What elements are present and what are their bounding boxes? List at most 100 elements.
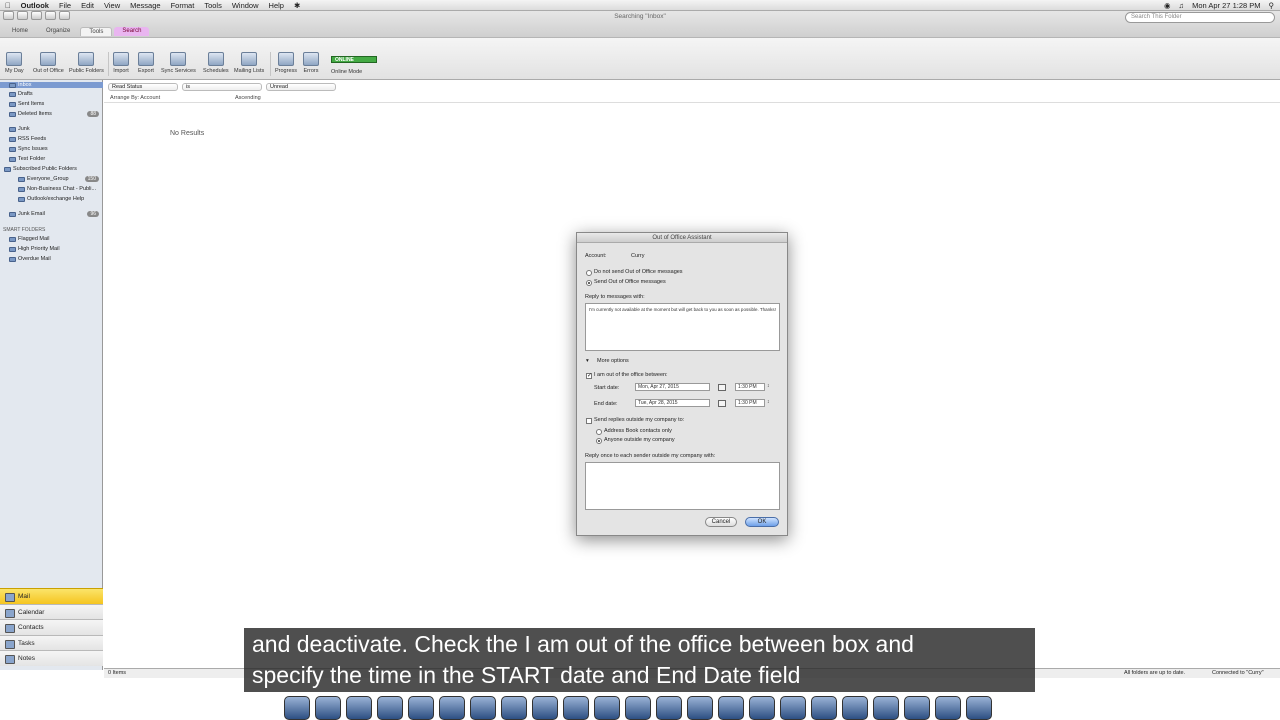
- undo-icon[interactable]: [3, 11, 14, 20]
- smart-folder-flagged[interactable]: Flagged Mail: [9, 236, 50, 242]
- system-prefs-icon[interactable]: [532, 696, 558, 720]
- calendar-icon[interactable]: [718, 400, 726, 407]
- folder-deleted[interactable]: Deleted Items 88: [9, 111, 103, 117]
- sort-order-menu[interactable]: Ascending: [235, 95, 261, 101]
- menu-message[interactable]: Message: [125, 0, 165, 11]
- send-outside-checkbox[interactable]: [586, 418, 592, 424]
- xcode-icon[interactable]: [594, 696, 620, 720]
- folder-drafts[interactable]: Drafts: [9, 91, 33, 97]
- public-folders-button[interactable]: Public Folders: [69, 52, 104, 74]
- start-date-field[interactable]: Mon, Apr 27, 2015: [635, 383, 710, 391]
- wifi-icon[interactable]: ◉: [1164, 0, 1171, 11]
- gem-icon[interactable]: [470, 696, 496, 720]
- folder-everyone-group[interactable]: Everyone_Group 150: [18, 176, 103, 182]
- ibooks-icon[interactable]: [780, 696, 806, 720]
- preview-icon[interactable]: [408, 696, 434, 720]
- smart-folder-overdue[interactable]: Overdue Mail: [9, 256, 51, 262]
- arrange-by-menu[interactable]: Arrange By: Account: [110, 95, 160, 101]
- trash-icon[interactable]: [966, 696, 992, 720]
- folder-inbox[interactable]: Inbox: [0, 82, 103, 88]
- calendar-icon[interactable]: [718, 384, 726, 391]
- app-menu[interactable]: Outlook: [16, 0, 54, 11]
- folder-outlook-help[interactable]: Outlook/exchange Help: [18, 196, 84, 202]
- filter-value-select[interactable]: Unread: [266, 83, 336, 91]
- finder-icon[interactable]: [284, 696, 310, 720]
- clock[interactable]: Mon Apr 27 1:28 PM: [1192, 0, 1260, 11]
- print-icon[interactable]: [45, 11, 56, 20]
- tab-tools[interactable]: Tools: [80, 27, 113, 36]
- errors-button[interactable]: Errors: [303, 52, 319, 74]
- safari-icon[interactable]: [315, 696, 341, 720]
- menu-file[interactable]: File: [54, 0, 76, 11]
- filter-criteria-select[interactable]: Read Status: [108, 83, 178, 91]
- stepper-icon[interactable]: ↕: [767, 383, 770, 389]
- app-store-icon[interactable]: [563, 696, 589, 720]
- spotlight-icon[interactable]: ⚲: [1269, 0, 1275, 11]
- tab-organize[interactable]: Organize: [38, 27, 78, 36]
- more-options-label[interactable]: More options: [597, 358, 629, 364]
- folder-subscribed-public[interactable]: Subscribed Public Folders: [4, 166, 77, 172]
- volume-icon[interactable]: ♫: [1179, 0, 1185, 11]
- lagarde-icon[interactable]: [656, 696, 682, 720]
- ios-icon[interactable]: [625, 696, 651, 720]
- tab-home[interactable]: Home: [4, 27, 36, 36]
- folder-test[interactable]: Test Folder: [9, 156, 45, 162]
- lagarde-icon-2[interactable]: [687, 696, 713, 720]
- disclosure-triangle-icon[interactable]: ▾: [586, 358, 589, 364]
- menu-edit[interactable]: Edit: [76, 0, 99, 11]
- nav-contacts[interactable]: Contacts: [0, 619, 103, 635]
- apple-icon[interactable]: : [0, 0, 16, 11]
- redo-icon[interactable]: [17, 11, 28, 20]
- anyone-outside-radio[interactable]: [596, 438, 602, 444]
- online-mode-toggle[interactable]: ONLINE: [331, 56, 377, 63]
- ok-button[interactable]: OK: [745, 517, 779, 527]
- start-time-field[interactable]: 1:30 PM: [735, 383, 765, 391]
- end-time-field[interactable]: 1:30 PM: [735, 399, 765, 407]
- terminal-icon[interactable]: [377, 696, 403, 720]
- folder-junk-email[interactable]: Junk Email 96: [9, 211, 103, 217]
- mailing-lists-button[interactable]: Mailing Lists: [234, 52, 264, 74]
- end-date-field[interactable]: Tue, Apr 28, 2015: [635, 399, 710, 407]
- folder-sent[interactable]: Sent Items: [9, 101, 44, 107]
- quicktime-icon[interactable]: [811, 696, 837, 720]
- folder-junk[interactable]: Junk: [9, 126, 30, 132]
- appstore-icon-2[interactable]: [842, 696, 868, 720]
- progress-button[interactable]: Progress: [275, 52, 297, 74]
- folder-sync-issues[interactable]: Sync Issues: [9, 146, 48, 152]
- folder-rss[interactable]: RSS Feeds: [9, 136, 46, 142]
- script-menu-icon[interactable]: ✱: [289, 0, 305, 11]
- customize-icon[interactable]: [59, 11, 70, 20]
- folder-icon[interactable]: [873, 696, 899, 720]
- stepper-icon[interactable]: ↕: [767, 399, 770, 405]
- menu-help[interactable]: Help: [264, 0, 289, 11]
- menu-format[interactable]: Format: [166, 0, 200, 11]
- schedules-button[interactable]: Schedules: [203, 52, 229, 74]
- downloads-icon[interactable]: [935, 696, 961, 720]
- menu-tools[interactable]: Tools: [199, 0, 227, 11]
- smart-folder-high-priority[interactable]: High Priority Mail: [9, 246, 60, 252]
- nav-tasks[interactable]: Tasks: [0, 634, 103, 651]
- search-input[interactable]: Search This Folder: [1125, 12, 1275, 23]
- itunes-icon[interactable]: [749, 696, 775, 720]
- menu-view[interactable]: View: [99, 0, 125, 11]
- address-book-radio[interactable]: [596, 429, 602, 435]
- tab-search[interactable]: Search: [114, 27, 150, 36]
- folder-non-business-chat[interactable]: Non-Business Chat - Publi...: [18, 186, 96, 192]
- reply-textarea[interactable]: I'm currently not available at the momen…: [585, 303, 780, 351]
- textedit-icon[interactable]: [904, 696, 930, 720]
- filter-operator-select[interactable]: is: [182, 83, 262, 91]
- nav-calendar[interactable]: Calendar: [0, 603, 103, 620]
- send-oof-radio[interactable]: [586, 280, 592, 286]
- cancel-button[interactable]: Cancel: [705, 517, 737, 527]
- mail-icon[interactable]: [346, 696, 372, 720]
- outside-reply-textarea[interactable]: [585, 462, 780, 510]
- send-receive-icon[interactable]: [31, 11, 42, 20]
- sync-services-button[interactable]: Sync Services: [161, 52, 196, 74]
- import-button[interactable]: Import: [113, 52, 129, 74]
- my-day-button[interactable]: My Day: [5, 52, 24, 74]
- nav-notes[interactable]: Notes: [0, 650, 103, 666]
- smart-folders-header[interactable]: SMART FOLDERS: [3, 227, 45, 233]
- export-button[interactable]: Export: [138, 52, 154, 74]
- menu-window[interactable]: Window: [227, 0, 264, 11]
- nav-mail[interactable]: Mail: [0, 588, 103, 604]
